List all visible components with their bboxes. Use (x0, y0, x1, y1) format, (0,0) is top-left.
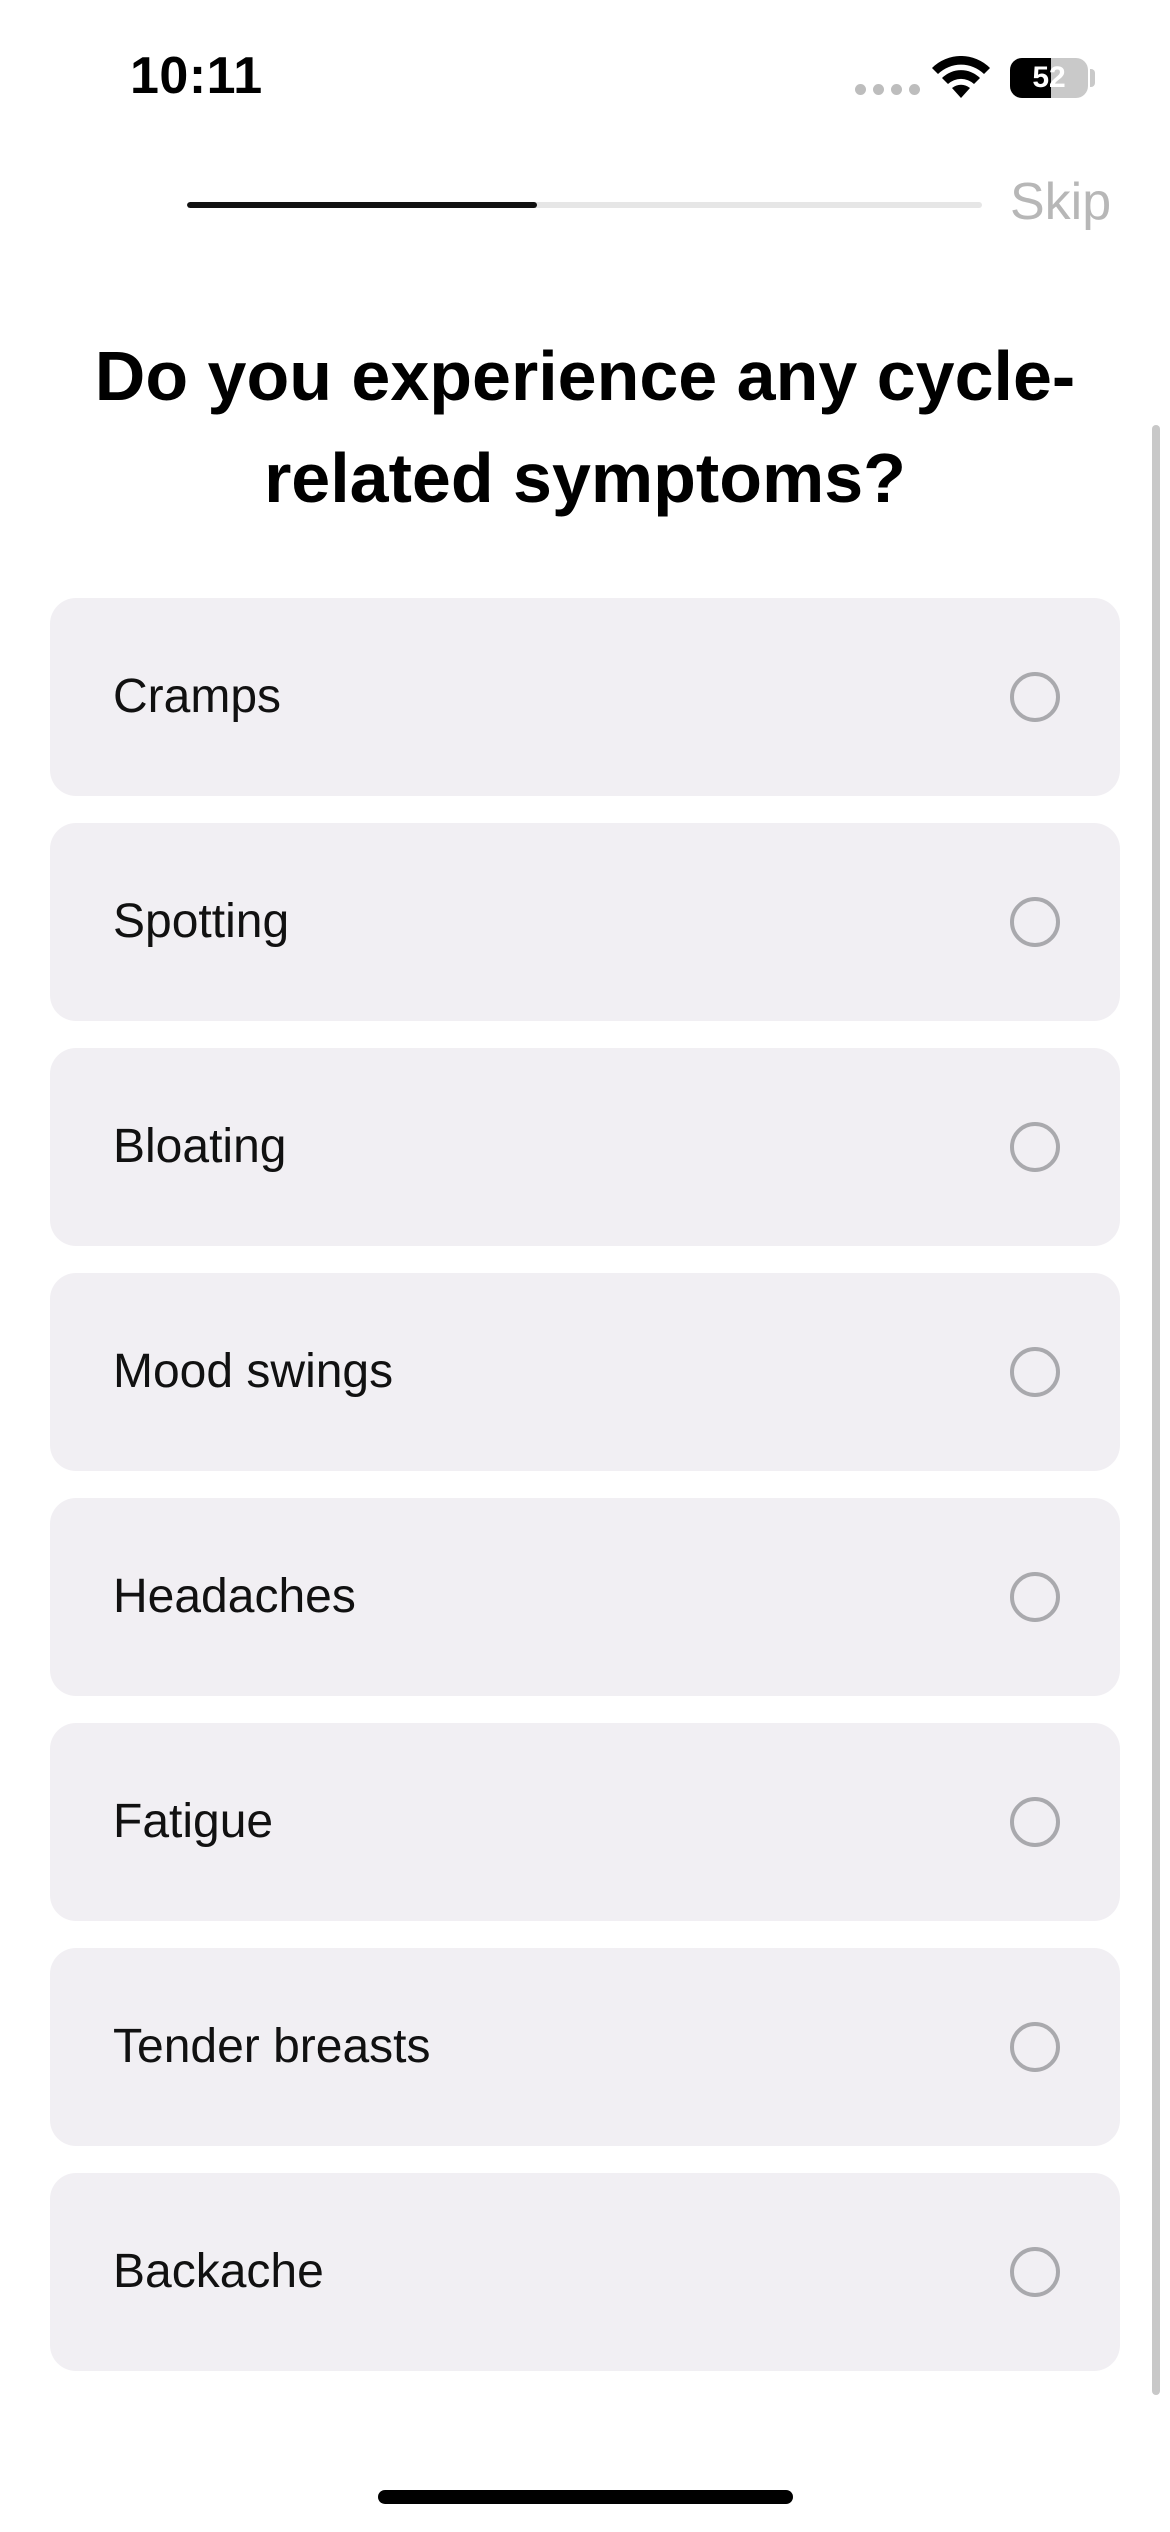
radio-unchecked-icon[interactable] (1010, 2022, 1060, 2072)
question-title: Do you experience any cycle-related symp… (94, 337, 1076, 517)
symptom-option-label: Spotting (113, 895, 290, 948)
radio-unchecked-icon[interactable] (1010, 1122, 1060, 1172)
symptom-option-label: Cramps (113, 670, 282, 723)
symptom-option[interactable]: Fatigue (50, 1723, 1120, 1921)
symptom-option-label: Backache (113, 2245, 324, 2298)
radio-unchecked-icon[interactable] (1010, 672, 1060, 722)
symptom-option[interactable]: Backache (50, 2173, 1120, 2371)
symptom-option[interactable]: Mood swings (50, 1273, 1120, 1471)
symptom-option[interactable]: Bloating (50, 1048, 1120, 1246)
battery-cap (1090, 69, 1095, 87)
symptom-option-label: Tender breasts (113, 2020, 431, 2073)
onboarding-progress-bar (187, 202, 982, 208)
symptom-option-label: Mood swings (113, 1345, 394, 1398)
status-time: 10:11 (130, 47, 263, 105)
home-indicator[interactable] (378, 2490, 793, 2504)
radio-unchecked-icon[interactable] (1010, 1572, 1060, 1622)
signal-icon (855, 84, 920, 95)
symptom-option-label: Headaches (113, 1570, 356, 1623)
symptom-option[interactable]: Cramps (50, 598, 1120, 796)
symptom-option-label: Bloating (113, 1120, 287, 1173)
wifi-icon (932, 56, 990, 98)
symptom-options-list: Cramps Spotting Bloating Mood swings Headach… (50, 598, 1120, 2398)
symptom-option[interactable]: Spotting (50, 823, 1120, 1021)
radio-unchecked-icon[interactable] (1010, 1347, 1060, 1397)
onboarding-progress-fill (187, 202, 537, 208)
scrollbar[interactable] (1152, 425, 1160, 2395)
status-bar: 10:11 52 (0, 0, 1170, 150)
symptom-option[interactable]: Tender breasts (50, 1948, 1120, 2146)
radio-unchecked-icon[interactable] (1010, 2247, 1060, 2297)
radio-unchecked-icon[interactable] (1010, 897, 1060, 947)
skip-button[interactable]: Skip (1010, 172, 1111, 232)
radio-unchecked-icon[interactable] (1010, 1797, 1060, 1847)
battery-icon: 52 (1010, 58, 1088, 98)
symptom-option-label: Fatigue (113, 1795, 274, 1848)
battery-level: 52 (1032, 61, 1066, 94)
symptom-option[interactable]: Headaches (50, 1498, 1120, 1696)
